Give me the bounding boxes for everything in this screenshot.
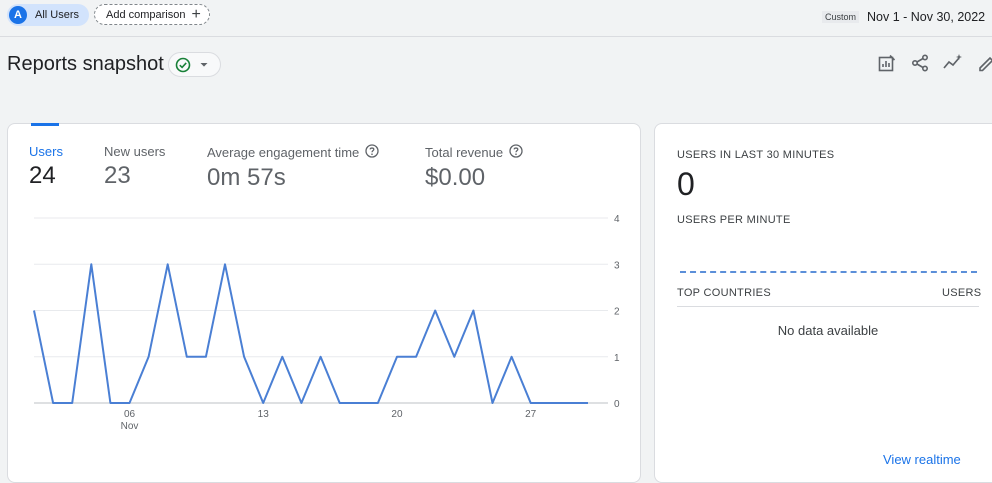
x-tick-label: 20 — [391, 409, 403, 420]
active-metric-indicator — [31, 123, 59, 126]
users-last-30-label: USERS IN LAST 30 MINUTES — [677, 149, 835, 161]
y-tick-label: 1 — [614, 353, 620, 364]
top-countries-label: TOP COUNTRIES — [677, 287, 771, 299]
help-icon[interactable] — [365, 144, 379, 161]
view-realtime-link[interactable]: View realtime — [883, 452, 961, 467]
metric-value: $0.00 — [425, 164, 486, 191]
users-line-chart: 0 1 2 3 4 06Nov 13 20 27 — [33, 214, 620, 432]
share-icon[interactable] — [908, 51, 932, 75]
metric-label: New users — [104, 144, 166, 159]
customize-report-icon[interactable] — [875, 51, 899, 75]
divider — [677, 306, 979, 307]
metric-label: Total revenue — [425, 145, 504, 160]
top-bar: A All Users Add comparison + Custom Nov … — [0, 0, 992, 37]
x-tick-month-label: Nov — [121, 421, 139, 432]
users-overview-card: Users 24 New users 23 Average engagement… — [7, 123, 641, 483]
users-column-label: USERS — [942, 287, 982, 299]
report-status-dropdown[interactable] — [168, 52, 221, 77]
segment-label: All Users — [35, 9, 80, 21]
metric-value: 0m 57s — [207, 164, 286, 191]
users-per-minute-label: USERS PER MINUTE — [677, 214, 791, 226]
metric-label: Users — [29, 144, 63, 159]
users-series-line — [33, 263, 588, 404]
users-last-30-value: 0 — [677, 166, 695, 202]
add-comparison-button[interactable]: Add comparison + — [94, 4, 210, 25]
metric-tab-users[interactable]: Users 24 — [29, 144, 63, 190]
edit-icon[interactable] — [974, 51, 992, 75]
x-tick-label: 06 — [124, 409, 136, 420]
add-comparison-label: Add comparison — [106, 8, 186, 21]
y-tick-label: 4 — [614, 214, 620, 225]
y-tick-label: 2 — [614, 307, 620, 318]
plus-icon: + — [191, 5, 201, 23]
help-icon[interactable] — [509, 144, 523, 161]
page-title: Reports snapshot — [7, 53, 164, 75]
x-tick-label: 13 — [258, 409, 270, 420]
segment-avatar: A — [9, 6, 27, 24]
metric-tab-total-revenue[interactable]: Total revenue $0.00 — [425, 144, 523, 192]
insights-icon[interactable] — [941, 51, 965, 75]
metric-label: Average engagement time — [207, 145, 360, 160]
metric-value: 23 — [104, 162, 131, 189]
caret-down-icon — [200, 62, 208, 68]
segment-chip-all-users[interactable]: A All Users — [7, 4, 90, 26]
metric-tab-engagement-time[interactable]: Average engagement time 0m 57s — [207, 144, 379, 192]
users-per-minute-sparkline — [680, 271, 977, 273]
x-tick-label: 27 — [525, 409, 537, 420]
no-data-message: No data available — [777, 323, 879, 338]
check-circle-icon — [175, 57, 191, 73]
custom-date-badge: Custom — [822, 11, 860, 23]
realtime-card: USERS IN LAST 30 MINUTES 0 USERS PER MIN… — [654, 123, 992, 483]
date-range-picker[interactable]: Nov 1 - Nov 30, 2022 — [867, 10, 985, 24]
metric-value: 24 — [29, 162, 56, 189]
y-tick-label: 3 — [614, 260, 620, 271]
y-tick-label: 0 — [614, 399, 620, 410]
metric-tab-new-users[interactable]: New users 23 — [104, 144, 165, 190]
